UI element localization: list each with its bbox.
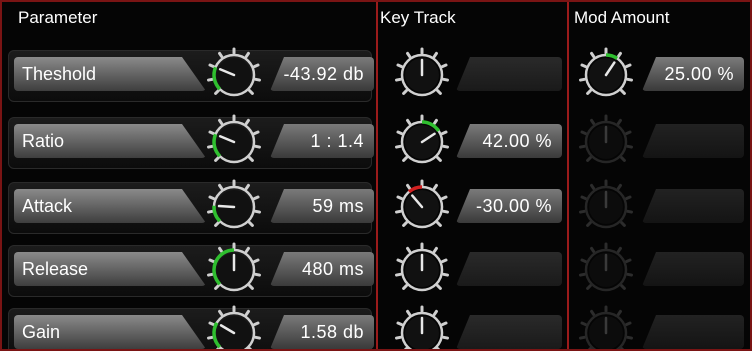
key-track-value[interactable] <box>456 252 562 286</box>
header-key-track: Key Track <box>380 8 456 27</box>
parameter-value[interactable]: -43.92 db <box>270 57 374 91</box>
parameter-label: Ratio <box>14 124 206 158</box>
mod-amount-knob[interactable] <box>578 305 634 351</box>
key-track-knob[interactable] <box>394 114 450 170</box>
mod-amount-value[interactable]: 25.00 % <box>642 57 744 91</box>
parameter-knob[interactable] <box>206 305 262 351</box>
key-track-value[interactable]: -30.00 % <box>456 189 562 223</box>
key-track-knob[interactable] <box>394 305 450 351</box>
parameter-value[interactable]: 1 : 1.4 <box>270 124 374 158</box>
parameter-knob[interactable] <box>206 47 262 103</box>
mod-amount-knob[interactable] <box>578 114 634 170</box>
parameter-label: Release <box>14 252 206 286</box>
parameter-label: Attack <box>14 189 206 223</box>
mod-amount-knob[interactable] <box>578 179 634 235</box>
parameter-row-release: Release 480 ms <box>8 242 744 298</box>
mod-amount-value[interactable] <box>642 252 744 286</box>
parameter-row-attack: Attack 59 ms -30.00 % <box>8 179 744 235</box>
parameter-row-ratio: Ratio 1 : 1.4 42.00 % <box>8 114 744 170</box>
parameter-knob[interactable] <box>206 114 262 170</box>
parameter-label: Theshold <box>14 57 206 91</box>
key-track-knob[interactable] <box>394 47 450 103</box>
mod-amount-value[interactable] <box>642 315 744 349</box>
mod-amount-knob[interactable] <box>578 242 634 298</box>
key-track-knob[interactable] <box>394 242 450 298</box>
parameter-row-theshold: Theshold -43.92 db 25.00 % <box>8 47 744 103</box>
key-track-value[interactable] <box>456 315 562 349</box>
parameter-value[interactable]: 59 ms <box>270 189 374 223</box>
mod-amount-value[interactable] <box>642 124 744 158</box>
key-track-knob[interactable] <box>394 179 450 235</box>
header-mod-amount: Mod Amount <box>574 8 670 27</box>
parameter-knob[interactable] <box>206 242 262 298</box>
parameter-knob[interactable] <box>206 179 262 235</box>
key-track-value[interactable]: 42.00 % <box>456 124 562 158</box>
parameter-label: Gain <box>14 315 206 349</box>
mod-amount-knob[interactable] <box>578 47 634 103</box>
key-track-value[interactable] <box>456 57 562 91</box>
mod-amount-value[interactable] <box>642 189 744 223</box>
parameter-value[interactable]: 480 ms <box>270 252 374 286</box>
header-parameter: Parameter <box>18 8 98 27</box>
compressor-parameter-panel: Parameter Key Track Mod Amount Theshold -… <box>0 0 752 351</box>
parameter-row-gain: Gain 1.58 db <box>8 305 744 351</box>
parameter-value[interactable]: 1.58 db <box>270 315 374 349</box>
